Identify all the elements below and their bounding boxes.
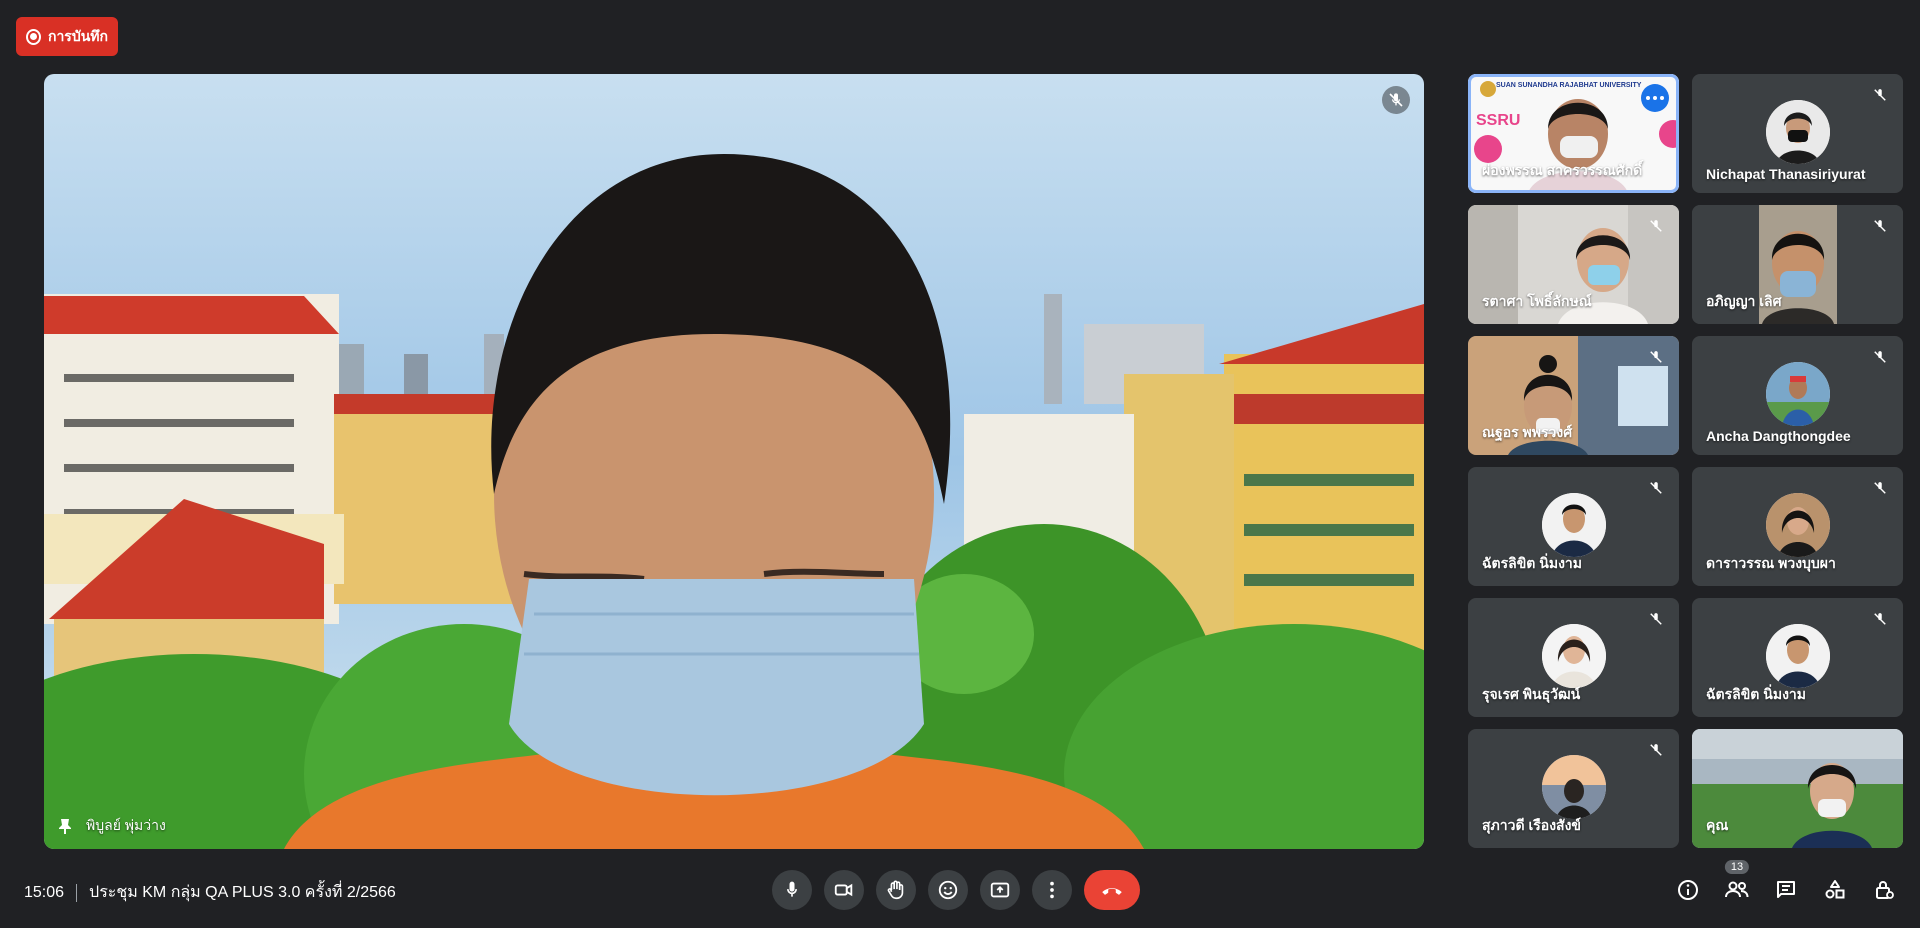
participant-name: รตาศา โพธิ์ลักษณ์ <box>1482 293 1592 309</box>
mic-off-icon <box>1869 608 1891 630</box>
avatar <box>1765 493 1830 557</box>
mic-off-icon <box>1645 215 1667 237</box>
main-speaker-video <box>44 74 1424 849</box>
emoji-button[interactable] <box>928 870 968 910</box>
mic-off-icon <box>1869 346 1891 368</box>
participant-tile[interactable]: รุจเรศ พินธุวัฒน์ <box>1468 598 1679 717</box>
participant-name: รุจเรศ พินธุวัฒน์ <box>1482 686 1581 702</box>
more-options-icon <box>1050 881 1054 899</box>
mic-off-icon <box>1869 477 1891 499</box>
participant-name: ฉัตรลิขิต นิ่มงาม <box>1706 686 1807 702</box>
end-call-icon <box>1102 888 1122 895</box>
bottom-bar: 15:06 ประชุม KM กลุ่ม QA PLUS 3.0 ครั้งท… <box>0 860 1920 920</box>
meeting-info: 15:06 ประชุม KM กลุ่ม QA PLUS 3.0 ครั้งท… <box>24 880 396 905</box>
participant-tile[interactable]: ณฐอร พพรวงศ์ <box>1468 336 1679 455</box>
avatar <box>1541 755 1606 819</box>
raise-hand-icon <box>887 880 904 900</box>
call-controls <box>772 870 1140 910</box>
main-speaker-tile[interactable]: พิบูลย์ พุ่มว่าง <box>44 74 1424 849</box>
record-icon <box>26 28 41 45</box>
more-options-icon[interactable] <box>1641 84 1669 112</box>
participant-name: อภิญญา เลิศ <box>1706 293 1782 309</box>
info-button[interactable] <box>1670 872 1706 908</box>
avatar <box>1541 624 1606 688</box>
divider <box>76 883 78 902</box>
participant-tile[interactable]: อภิญญา เลิศ <box>1692 205 1903 324</box>
avatar <box>1541 493 1606 557</box>
participant-name: คุณ <box>1706 817 1729 833</box>
mic-off-icon <box>1645 608 1667 630</box>
people-count-badge: 13 <box>1724 860 1750 874</box>
mic-icon <box>787 881 797 897</box>
participant-tile[interactable]: ฉัตรลิขิต นิ่มงาม <box>1692 598 1903 717</box>
raise-hand-button[interactable] <box>876 870 916 910</box>
mic-off-icon <box>1645 477 1667 499</box>
participant-name: ผ่องพรรณ สาครวรรณศักดิ์ <box>1482 162 1643 178</box>
participant-name: Ancha Dangthongdee <box>1706 428 1851 444</box>
camera-icon <box>834 883 853 897</box>
mic-off-icon <box>1382 86 1410 114</box>
participant-tile[interactable]: รตาศา โพธิ์ลักษณ์ <box>1468 205 1679 324</box>
participant-tile[interactable]: ฉัตรลิขิต นิ่มงาม <box>1468 467 1679 586</box>
participant-tile[interactable]: สุภาวดี เรืองสังข์ <box>1468 729 1679 848</box>
mic-off-icon <box>1869 84 1891 106</box>
clock: 15:06 <box>24 883 65 901</box>
people-icon <box>1725 881 1749 898</box>
participant-tile[interactable]: ดาราวรรณ พวงบุบผา <box>1692 467 1903 586</box>
participant-tile[interactable]: คุณ <box>1692 729 1903 848</box>
meeting-title: ประชุม KM กลุ่ม QA PLUS 3.0 ครั้งที่ 2/2… <box>89 884 396 901</box>
chat-button[interactable] <box>1768 872 1804 908</box>
main-speaker-label: พิบูลย์ พุ่มว่าง <box>58 815 166 837</box>
mic-off-icon <box>1645 739 1667 761</box>
present-button[interactable] <box>980 870 1020 910</box>
university-logo: SSRU <box>1476 112 1521 129</box>
mic-off-icon <box>1869 215 1891 237</box>
participant-name: ดาราวรรณ พวงบุบผา <box>1706 555 1836 571</box>
participant-tile[interactable]: Ancha Dangthongdee <box>1692 336 1903 455</box>
activities-icon <box>1825 880 1845 899</box>
activities-button[interactable] <box>1817 872 1853 908</box>
chat-icon <box>1777 881 1795 898</box>
avatar <box>1765 362 1830 426</box>
mic-off-icon <box>1645 346 1667 368</box>
avatar <box>1765 100 1830 164</box>
emoji-icon <box>938 880 958 900</box>
pin-icon[interactable] <box>58 818 72 834</box>
people-button[interactable]: 13 <box>1719 860 1755 908</box>
participant-tile[interactable]: SUAN SUNANDHA RAJABHAT UNIVERSITY SSRU ผ… <box>1468 74 1679 193</box>
info-icon <box>1678 880 1698 900</box>
university-banner: SUAN SUNANDHA RAJABHAT UNIVERSITY <box>1496 82 1642 89</box>
participant-name: Nichapat Thanasiriyurat <box>1706 166 1866 182</box>
participant-name: ฉัตรลิขิต นิ่มงาม <box>1482 555 1583 571</box>
side-panel-controls: 13 <box>1670 860 1902 908</box>
main-speaker-name: พิบูลย์ พุ่มว่าง <box>86 817 166 833</box>
more-options-button[interactable] <box>1032 870 1072 910</box>
avatar <box>1765 624 1830 688</box>
present-icon <box>990 882 1010 898</box>
end-call-button[interactable] <box>1084 870 1140 910</box>
mic-button[interactable] <box>772 870 812 910</box>
recording-label: การบันทึก <box>47 27 108 44</box>
recording-badge[interactable]: การบันทึก <box>16 17 118 56</box>
host-controls-button[interactable] <box>1866 872 1902 908</box>
participant-tile[interactable]: Nichapat Thanasiriyurat <box>1692 74 1903 193</box>
camera-button[interactable] <box>824 870 864 910</box>
participant-name: ณฐอร พพรวงศ์ <box>1482 424 1573 440</box>
participant-name: สุภาวดี เรืองสังข์ <box>1482 817 1581 833</box>
host-controls-icon <box>1876 881 1894 899</box>
